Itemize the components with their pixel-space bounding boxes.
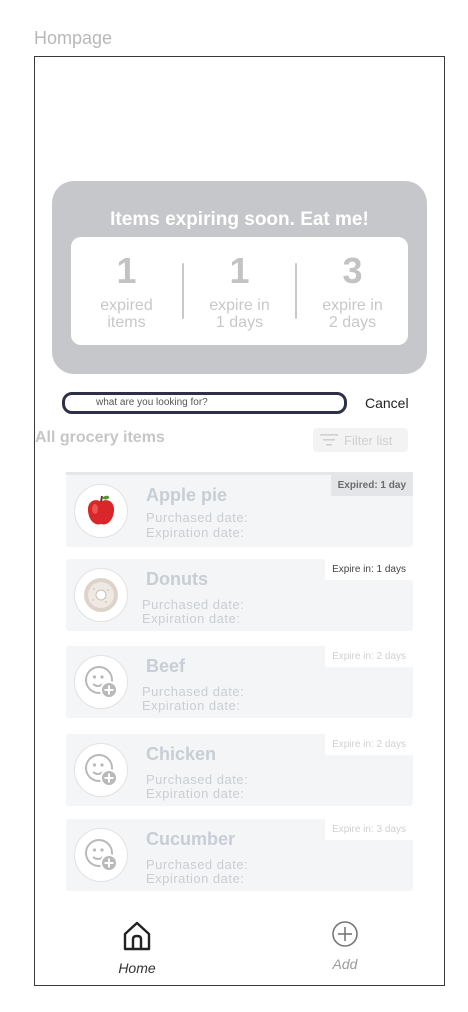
add-photo-icon [85, 666, 118, 699]
stat-value: 1 [229, 250, 250, 291]
expiry-stats: 1 expired items 1 expire in 1 days 3 exp… [71, 237, 408, 345]
nav-home[interactable]: Home [97, 919, 177, 976]
purchased-date: Purchased date: [146, 772, 249, 787]
search-input[interactable]: what are you looking for? [62, 392, 347, 414]
purchased-date: Purchased date: [142, 597, 245, 612]
apple-icon [87, 495, 115, 525]
stat-expired[interactable]: 1 expired items [71, 250, 182, 332]
item-thumbnail [74, 568, 128, 622]
expiration-date: Expiration date: [146, 786, 245, 801]
stat-value: 1 [116, 250, 137, 291]
page-label: Hompage [34, 28, 113, 48]
stat-expire-2-days[interactable]: 3 expire in 2 days [297, 250, 408, 332]
expiration-date: Expiration date: [142, 698, 241, 713]
grocery-item-card[interactable]: Donuts Purchased date: Expiration date: … [66, 559, 413, 631]
expiring-banner: Items expiring soon. Eat me! 1 expired i… [52, 181, 427, 374]
stat-expire-1-day[interactable]: 1 expire in 1 days [184, 250, 295, 332]
grocery-item-card[interactable]: Chicken Purchased date: Expiration date:… [66, 734, 413, 806]
item-name: Cucumber [146, 829, 236, 849]
add-photo-icon [85, 754, 118, 787]
item-thumbnail[interactable] [74, 743, 128, 797]
add-photo-icon [85, 839, 118, 872]
grocery-item-card[interactable]: Beef Purchased date: Expiration date: Ex… [66, 646, 413, 718]
donut-icon [84, 578, 118, 612]
stat-label: expire in 2 days [322, 297, 383, 331]
stat-label: expired items [100, 297, 153, 331]
item-thumbnail[interactable] [74, 828, 128, 882]
item-name: Chicken [146, 744, 217, 764]
expiry-badge: Expire in: 1 days [325, 559, 413, 580]
nav-home-label: Home [118, 960, 156, 976]
item-thumbnail[interactable] [74, 655, 128, 709]
filter-list-button[interactable]: Filter list [313, 428, 408, 452]
purchased-date: Purchased date: [146, 510, 249, 525]
item-name: Beef [146, 656, 186, 676]
cancel-button[interactable]: Cancel [365, 395, 409, 411]
filter-label: Filter list [344, 432, 393, 448]
nav-add[interactable]: Add [305, 919, 385, 972]
nav-add-label: Add [332, 956, 358, 972]
home-icon [123, 921, 151, 951]
expiry-badge: Expired: 1 day [330, 475, 413, 496]
expiration-date: Expiration date: [146, 871, 245, 886]
phone-screen: Items expiring soon. Eat me! 1 expired i… [34, 56, 445, 986]
stat-label: expire in 1 days [209, 297, 270, 331]
purchased-date: Purchased date: [142, 684, 245, 699]
filter-icon [320, 434, 338, 446]
expiration-date: Expiration date: [146, 525, 245, 540]
grocery-item-card[interactable]: Apple pie Purchased date: Expiration dat… [66, 475, 413, 547]
expiry-badge: Expire in: 3 days [325, 819, 413, 840]
section-title: All grocery items [35, 429, 165, 446]
purchased-date: Purchased date: [146, 857, 249, 872]
stat-value: 3 [342, 250, 363, 291]
plus-circle-icon [332, 921, 358, 947]
bottom-nav: Home Add [35, 919, 444, 985]
banner-title: Items expiring soon. Eat me! [110, 209, 369, 230]
expiry-badge: Expire in: 2 days [325, 734, 413, 755]
item-name: Donuts [146, 569, 208, 589]
item-name: Apple pie [146, 485, 228, 505]
grocery-item-card[interactable]: Cucumber Purchased date: Expiration date… [66, 819, 413, 891]
expiry-badge: Expire in: 2 days [325, 646, 413, 667]
item-thumbnail [74, 484, 128, 538]
expiration-date: Expiration date: [142, 611, 241, 626]
